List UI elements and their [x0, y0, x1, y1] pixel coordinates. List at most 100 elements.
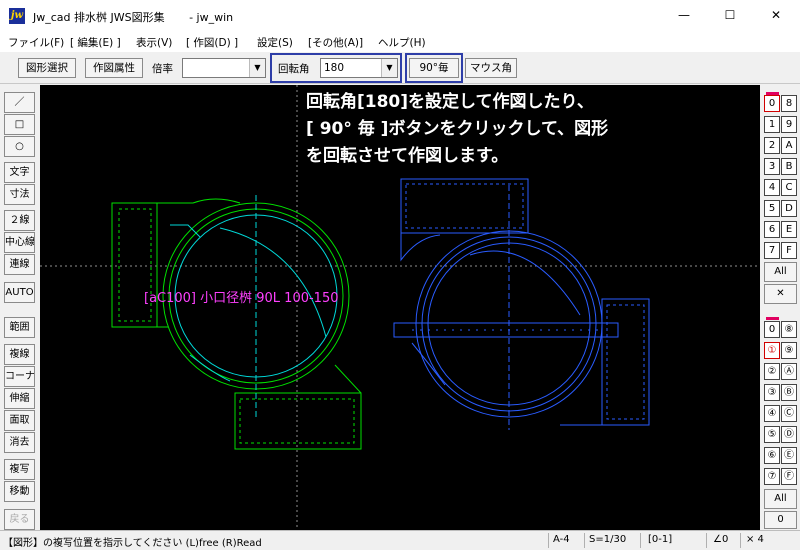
layer-group-e[interactable]: E [781, 221, 797, 238]
layer-group-5[interactable]: 5 [764, 200, 780, 217]
layer-9[interactable]: ⑨ [781, 342, 797, 359]
draw-attribute-button[interactable]: 作図属性 [85, 58, 143, 78]
scale-combo[interactable]: ▼ [182, 58, 266, 78]
layer-8[interactable]: ⑧ [781, 321, 797, 338]
layer-group-9[interactable]: 9 [781, 116, 797, 133]
annotation-line-1: 回転角[180]を設定して作図したり、 [306, 92, 594, 112]
close-icon[interactable]: ✕ [764, 284, 797, 304]
minimize-button[interactable]: — [661, 0, 707, 31]
right-layer-panel: 0 8 1 9 2 A 3 B 4 C 5 D 6 E 7 F All ✕ 0 … [760, 85, 800, 530]
blue-left-joint [400, 233, 441, 262]
drawing-canvas[interactable]: 回転角[180]を設定して作図したり、 [ 90° 毎 ]ボタンをクリックして、… [40, 85, 760, 531]
tool-double-line[interactable]: ２線 [4, 210, 35, 231]
chevron-down-icon[interactable]: ▼ [381, 59, 397, 77]
rotate-angle-value: 180 [324, 62, 345, 74]
tool-chamfer[interactable]: 面取 [4, 410, 35, 431]
tool-offset[interactable]: 複線 [4, 344, 35, 365]
menu-view[interactable]: 表示(V) [136, 35, 172, 50]
tool-move[interactable]: 移動 [4, 481, 35, 502]
layer-5[interactable]: ⑤ [764, 426, 780, 443]
jw-app-icon: jw [9, 8, 25, 24]
tool-connect-line[interactable]: 連線 [4, 254, 35, 275]
layer-3[interactable]: ③ [764, 384, 780, 401]
tool-center-line[interactable]: 中心線 [4, 232, 35, 253]
tool-corner[interactable]: コーナー [4, 366, 35, 387]
tool-auto[interactable]: AUTO [4, 282, 35, 303]
layer-group-0[interactable]: 0 [764, 95, 780, 112]
menu-draw[interactable]: [ 作図(D) ] [186, 35, 238, 50]
close-button[interactable]: ✕ [753, 0, 799, 31]
layer-4[interactable]: ④ [764, 405, 780, 422]
tool-text[interactable]: 文字 [4, 162, 35, 183]
status-paper-size[interactable]: A-4 [553, 534, 570, 545]
rotate-90-button[interactable]: 90°毎 [409, 58, 459, 78]
green-basin-symbol [111, 195, 362, 450]
tool-rectangle[interactable]: □ [4, 114, 35, 135]
layer-group-6[interactable]: 6 [764, 221, 780, 238]
layer-1-active[interactable]: ① [764, 342, 780, 359]
status-layer[interactable]: [0-1] [648, 534, 672, 545]
layer-group-8[interactable]: 8 [781, 95, 797, 112]
layer-7[interactable]: ⑦ [764, 468, 780, 485]
menu-other[interactable]: [その他(A)] [308, 35, 363, 50]
layer-6[interactable]: ⑥ [764, 447, 780, 464]
tool-line[interactable]: ／ [4, 92, 35, 113]
layer-group-f[interactable]: F [781, 242, 797, 259]
annotation-line-2: [ 90° 毎 ]ボタンをクリックして、図形 [306, 119, 609, 139]
green-top-arc-joint [187, 198, 241, 204]
layer-c[interactable]: Ⓒ [781, 405, 797, 422]
tool-copy[interactable]: 複写 [4, 459, 35, 480]
layer-group-a[interactable]: A [781, 137, 797, 154]
layer-all-button[interactable]: All [764, 489, 797, 509]
menu-file[interactable]: ファイル(F) [8, 35, 64, 50]
symbol-name-label: [aC100] 小口径桝 90L 100-150 [144, 291, 339, 306]
menu-settings[interactable]: 設定(S) [257, 35, 293, 50]
tool-erase[interactable]: 消去 [4, 432, 35, 453]
rotate-angle-combo[interactable]: 180 ▼ [320, 58, 398, 78]
maximize-button[interactable]: ☐ [707, 0, 753, 31]
blue-basin-symbol [393, 178, 650, 430]
layer-group-4[interactable]: 4 [764, 179, 780, 196]
layer-e[interactable]: Ⓔ [781, 447, 797, 464]
toolbar: 図形選択 作図属性 倍率 ▼ 回転角 180 ▼ 90°毎 マウス角 [0, 52, 800, 84]
left-tool-panel: ／ □ ○ 文字 寸法 ２線 中心線 連線 AUTO 範囲 複線 コーナー 伸縮… [0, 85, 40, 530]
layer-f[interactable]: Ⓕ [781, 468, 797, 485]
status-scale[interactable]: S=1/30 [589, 534, 626, 545]
layer-zero-button[interactable]: 0 [764, 511, 797, 529]
layer-group-b[interactable]: B [781, 158, 797, 175]
layer-marker [766, 317, 779, 320]
tool-circle[interactable]: ○ [4, 136, 35, 157]
tool-dimension[interactable]: 寸法 [4, 184, 35, 205]
blue-right-box [601, 298, 650, 426]
tool-undo[interactable]: 戻る [4, 509, 35, 530]
chevron-down-icon[interactable]: ▼ [249, 59, 265, 77]
status-bar: 【図形】の複写位置を指示してください (L)free (R)Read A-4 S… [0, 530, 800, 550]
layer-group-3[interactable]: 3 [764, 158, 780, 175]
menu-help[interactable]: ヘルプ(H) [378, 35, 426, 50]
tool-extend[interactable]: 伸縮 [4, 388, 35, 409]
rotate-label: 回転角 [278, 63, 310, 75]
status-angle[interactable]: ∠0 [713, 534, 728, 545]
annotation-line-3: を回転させて作図します。 [306, 146, 509, 166]
layer-d[interactable]: Ⓓ [781, 426, 797, 443]
layer-group-d[interactable]: D [781, 200, 797, 217]
select-figure-button[interactable]: 図形選択 [18, 58, 76, 78]
window-title: Jw_cad 排水桝 JWS図形集 - jw_win [33, 11, 234, 24]
scale-label: 倍率 [152, 63, 173, 75]
menu-edit[interactable]: [ 編集(E) ] [70, 35, 121, 50]
layer-a[interactable]: Ⓐ [781, 363, 797, 380]
layer-group-7[interactable]: 7 [764, 242, 780, 259]
layer-0[interactable]: 0 [764, 321, 780, 338]
status-grid[interactable]: × 4 [746, 534, 764, 545]
layer-group-all-button[interactable]: All [764, 262, 797, 282]
title-bar: jw Jw_cad 排水桝 JWS図形集 - jw_win — ☐ ✕ [0, 0, 800, 31]
layer-2[interactable]: ② [764, 363, 780, 380]
layer-group-2[interactable]: 2 [764, 137, 780, 154]
menu-bar: ファイル(F) [ 編集(E) ] 表示(V) [ 作図(D) ] 設定(S) … [0, 31, 800, 52]
green-bottom-box [234, 392, 362, 450]
layer-group-c[interactable]: C [781, 179, 797, 196]
tool-range[interactable]: 範囲 [4, 317, 35, 338]
layer-group-1[interactable]: 1 [764, 116, 780, 133]
mouse-angle-button[interactable]: マウス角 [465, 58, 517, 78]
layer-b[interactable]: Ⓑ [781, 384, 797, 401]
